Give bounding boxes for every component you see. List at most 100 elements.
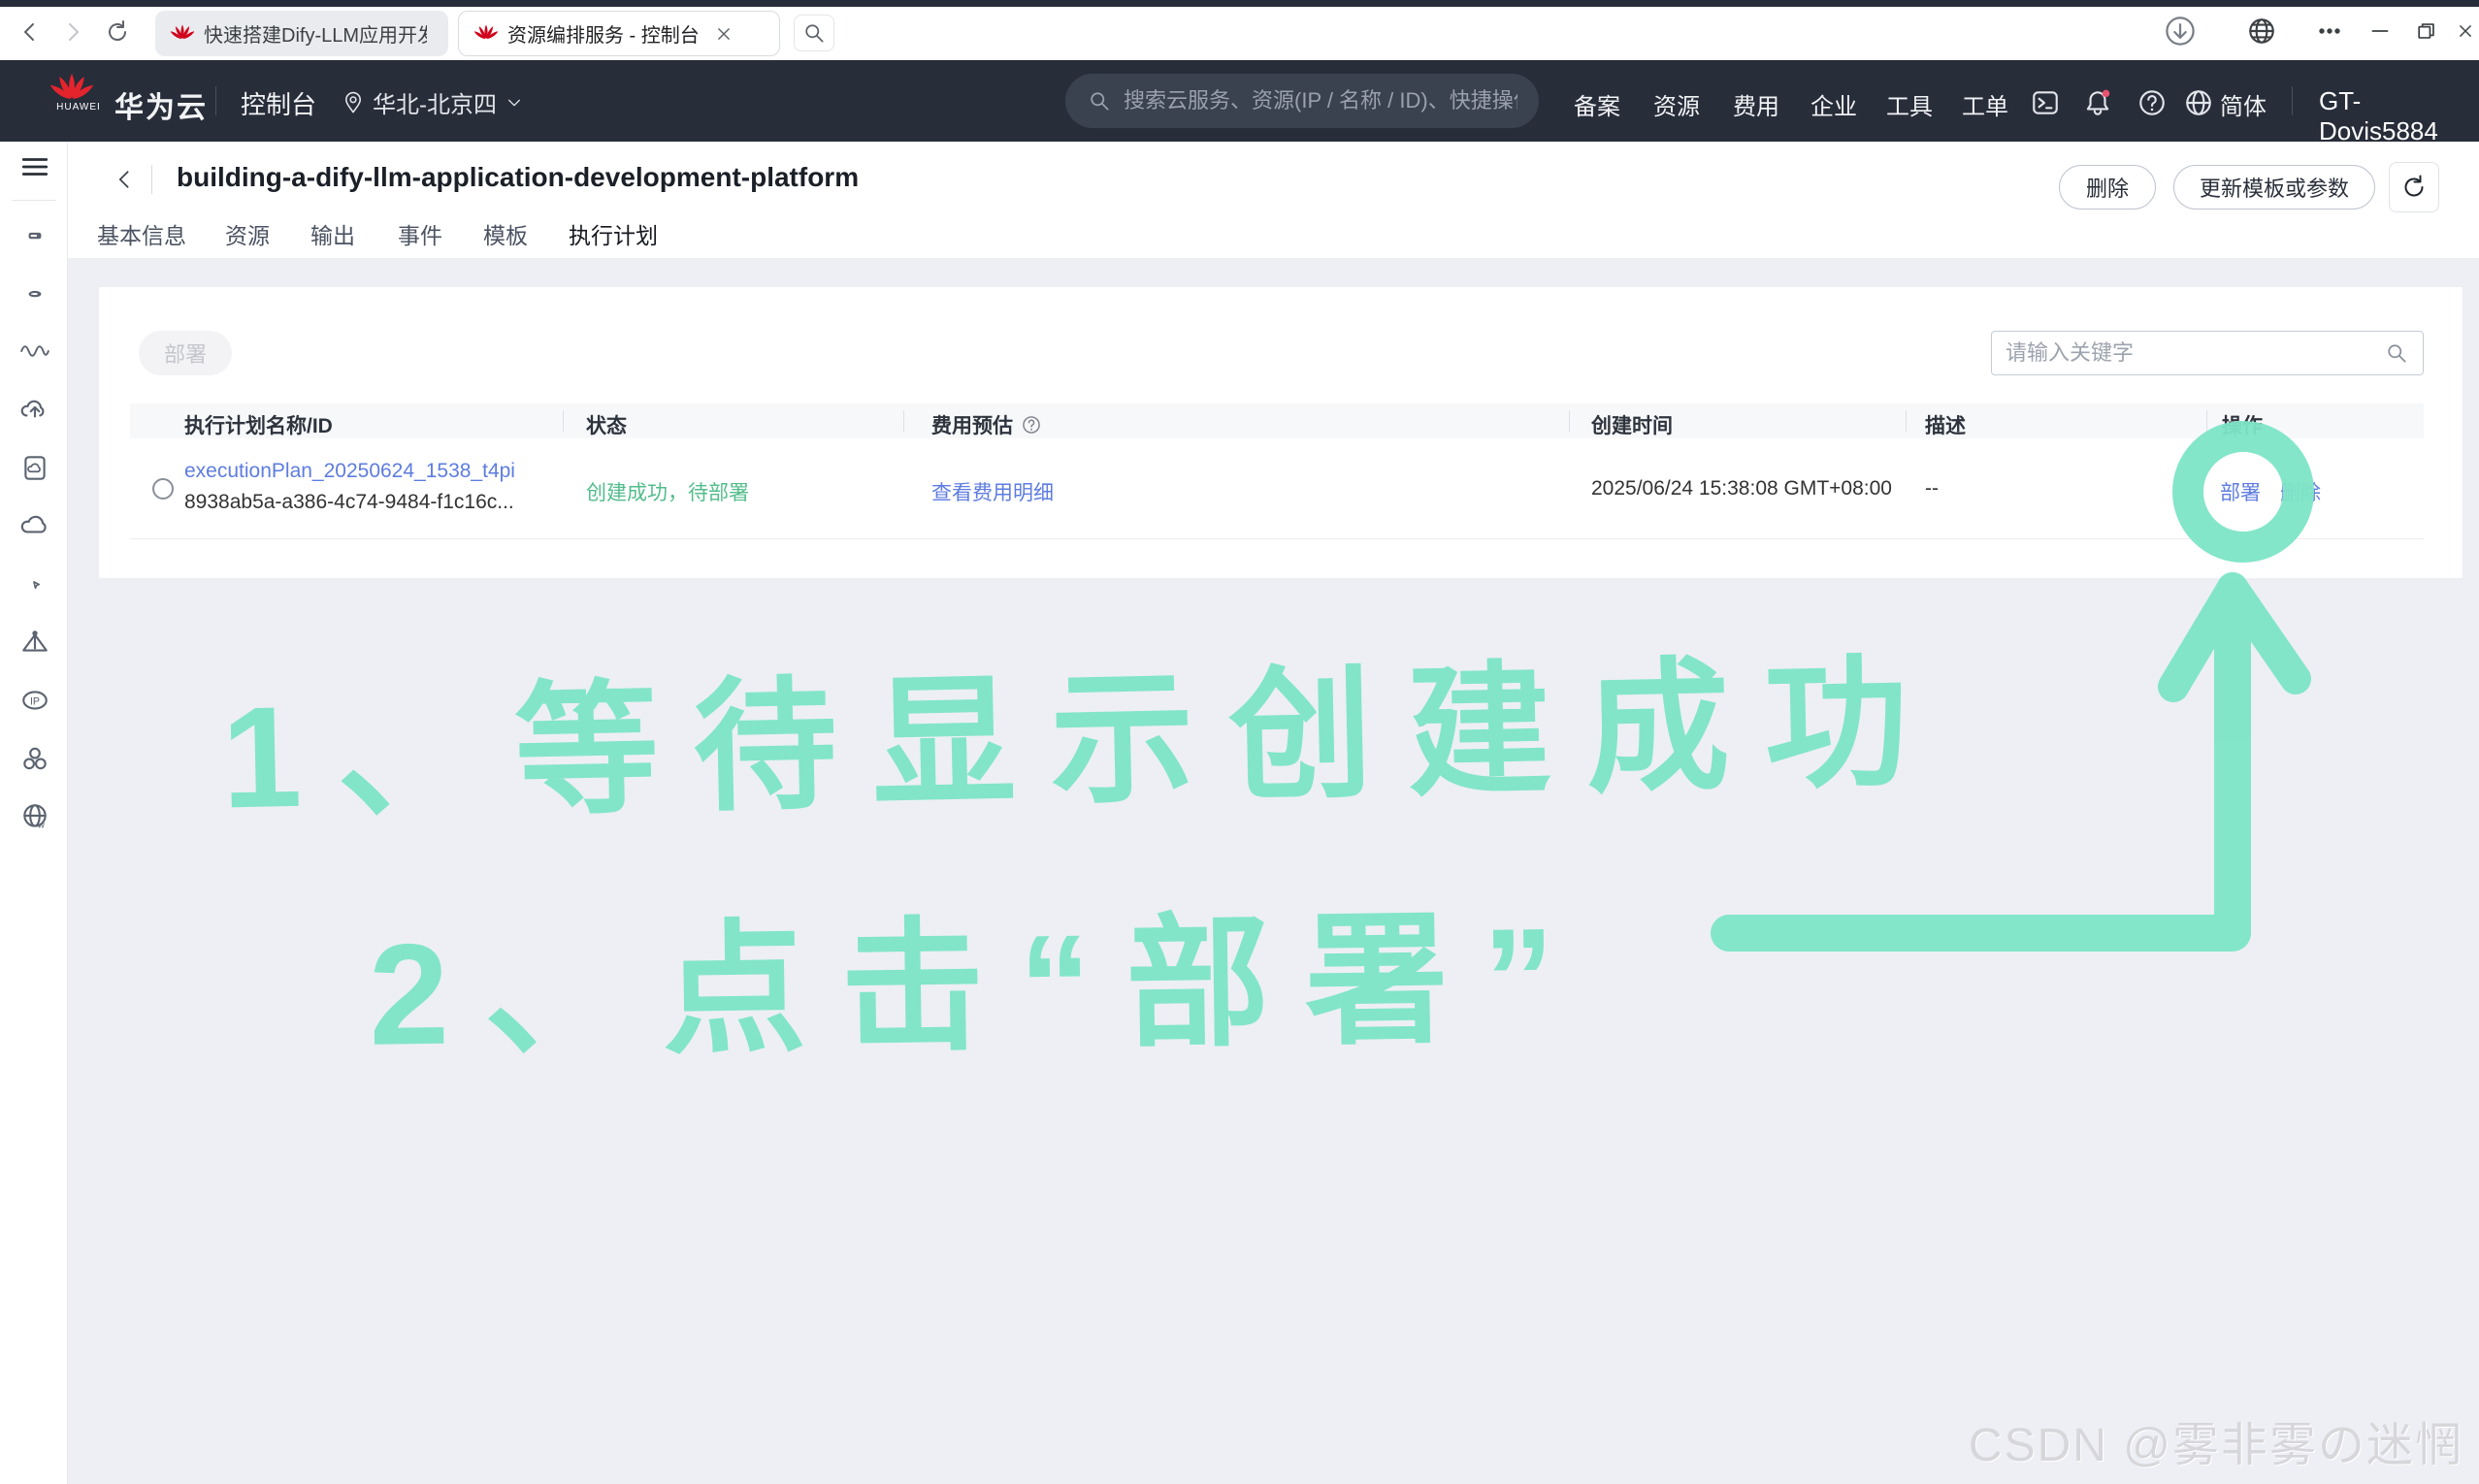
col-desc: 描述 xyxy=(1925,410,1966,439)
terminal-icon[interactable] xyxy=(2024,81,2067,124)
delete-button[interactable]: 删除 xyxy=(2059,165,2156,210)
global-web-icon[interactable]: w xyxy=(17,799,52,834)
huawei-logo-text: HUAWEI xyxy=(50,102,107,113)
region-name: 华北-北京四 xyxy=(373,85,497,119)
execution-plan-panel: 部署 执行计划名称/ID 状态 费用预估 创建时间 描述 操作 execut xyxy=(99,287,2463,578)
deploy-action-link[interactable]: 部署 xyxy=(2220,477,2261,506)
browser-globe-icon[interactable] xyxy=(2243,13,2280,49)
tab-events[interactable]: 事件 xyxy=(398,217,442,262)
service-sidebar: M8 20 a4.5 4.5 0 1 1 .8-8.9 a6.4 6.4 0 0… xyxy=(0,142,68,1484)
column-separator xyxy=(1906,410,1907,432)
browser-chrome: 快速搭建Dify-LLM应用开发平台-华 资源编排服务 - 控制台 xyxy=(0,0,2479,60)
cloud-icon[interactable] xyxy=(17,508,52,543)
menu-billing[interactable]: 费用 xyxy=(1733,87,1779,121)
username[interactable]: GT-Dovis5884 xyxy=(2319,86,2479,146)
execution-plan-table: 执行计划名称/ID 状态 费用预估 创建时间 描述 操作 executionPl… xyxy=(130,403,2424,539)
window-top-edge xyxy=(0,0,2479,7)
cluster-icon[interactable] xyxy=(17,741,52,776)
waves-icon[interactable] xyxy=(17,334,52,369)
screen: 快速搭建Dify-LLM应用开发平台-华 资源编排服务 - 控制台 HUAWEI… xyxy=(0,0,2479,1484)
keyword-search-icon[interactable] xyxy=(2384,340,2409,366)
tab-outputs[interactable]: 输出 xyxy=(310,217,355,262)
row-radio[interactable] xyxy=(152,478,174,500)
status-text: 创建成功，待部署 xyxy=(586,477,749,506)
console-label[interactable]: 控制台 xyxy=(241,85,316,121)
menu-enterprise[interactable]: 企业 xyxy=(1810,87,1857,121)
huawei-favicon xyxy=(474,22,498,46)
col-created: 创建时间 xyxy=(1591,410,1673,439)
cloud-device-icon[interactable] xyxy=(17,450,52,485)
tab-template[interactable]: 模板 xyxy=(483,217,528,262)
ellipsis-icon[interactable] xyxy=(2311,13,2348,49)
cloud-storage-icon[interactable]: M8 20 a4.5 4.5 0 1 1 .8-8.9 a6.4 6.4 0 0… xyxy=(17,275,52,310)
cloud-server-icon[interactable]: M8 20 a4.5 4.5 0 1 1 .8-8.9 a6.4 6.4 0 0… xyxy=(17,217,52,252)
tab-search-icon[interactable] xyxy=(794,15,834,51)
created-time: 2025/06/24 15:38:08 GMT+08:00 xyxy=(1591,477,1892,500)
divider xyxy=(2292,86,2293,115)
restore-icon[interactable] xyxy=(2408,13,2445,49)
cloud-pointer-icon[interactable]: M8 20 a4.5 4.5 0 1 1 .8-8.9 a6.4 6.4 0 0… xyxy=(17,566,52,601)
huawei-logo[interactable]: HUAWEI xyxy=(50,71,107,113)
location-pin-icon xyxy=(342,91,365,114)
forward-icon xyxy=(56,16,89,48)
deploy-button-disabled[interactable]: 部署 xyxy=(139,331,232,375)
question-circle-icon[interactable] xyxy=(1021,414,1042,436)
table-header: 执行计划名称/ID 状态 费用预估 创建时间 描述 操作 xyxy=(130,403,2424,438)
lang-label[interactable]: 简体 xyxy=(2220,87,2267,121)
update-template-button[interactable]: 更新模板或参数 xyxy=(2173,165,2375,210)
header-search-icon xyxy=(1087,88,1112,113)
huawei-favicon xyxy=(171,22,194,46)
page-title: building-a-dify-llm-application-developm… xyxy=(177,162,859,193)
tab-resources[interactable]: 资源 xyxy=(225,217,270,262)
watermark: CSDN @雾非雾の迷惘 xyxy=(1969,1406,2463,1474)
back-chevron-icon[interactable] xyxy=(109,163,142,196)
tab-title: 资源编排服务 - 控制台 xyxy=(507,19,700,48)
tab-title: 快速搭建Dify-LLM应用开发平台-华 xyxy=(204,19,427,48)
help-icon[interactable] xyxy=(2131,81,2173,124)
keyword-search[interactable] xyxy=(1991,331,2424,375)
lang-globe-icon[interactable] xyxy=(2177,81,2220,124)
plan-name-link[interactable]: executionPlan_20250624_1538_t4pi xyxy=(184,460,515,483)
hamburger-icon[interactable] xyxy=(17,149,52,184)
back-icon[interactable] xyxy=(14,16,47,48)
bell-icon[interactable] xyxy=(2076,81,2119,124)
ip-icon[interactable]: IP xyxy=(17,683,52,718)
column-separator xyxy=(903,410,904,432)
col-actions: 操作 xyxy=(2222,410,2263,439)
minimize-icon[interactable] xyxy=(2362,13,2398,49)
divider xyxy=(215,86,216,115)
browser-tab-dify[interactable]: 快速搭建Dify-LLM应用开发平台-华 xyxy=(155,11,448,56)
cloud-upload-icon[interactable] xyxy=(17,392,52,427)
global-search-input[interactable] xyxy=(1124,88,1517,113)
svg-text:w: w xyxy=(37,821,45,831)
region-selector[interactable]: 华北-北京四 xyxy=(342,85,524,119)
svg-text:IP: IP xyxy=(30,695,40,707)
col-status: 状态 xyxy=(586,410,627,439)
global-search[interactable] xyxy=(1065,74,1539,128)
window-close-icon[interactable] xyxy=(2447,13,2479,49)
col-cost: 费用预估 xyxy=(931,410,1042,439)
plan-id: 8938ab5a-a386-4c74-9484-f1c16c... xyxy=(184,491,514,514)
column-separator xyxy=(1569,410,1570,432)
menu-resources[interactable]: 资源 xyxy=(1653,87,1700,121)
browser-tab-console[interactable]: 资源编排服务 - 控制台 xyxy=(458,11,780,56)
download-icon[interactable] xyxy=(2162,13,2199,49)
tab-close-icon[interactable] xyxy=(713,23,734,45)
menu-beian[interactable]: 备案 xyxy=(1574,87,1620,121)
column-separator xyxy=(2206,410,2207,432)
divider xyxy=(12,200,56,201)
column-separator xyxy=(563,410,564,432)
brand-name[interactable]: 华为云 xyxy=(114,83,208,126)
beacon-icon[interactable] xyxy=(17,625,52,660)
col-name-id: 执行计划名称/ID xyxy=(184,410,333,439)
menu-tools[interactable]: 工具 xyxy=(1886,87,1933,121)
cost-detail-link[interactable]: 查看费用明细 xyxy=(931,477,1054,506)
keyword-search-input[interactable] xyxy=(2006,340,2384,366)
menu-ticket[interactable]: 工单 xyxy=(1962,87,2008,121)
delete-action-link[interactable]: 删除 xyxy=(2280,477,2321,506)
page-header: building-a-dify-llm-application-developm… xyxy=(68,142,2479,258)
refresh-icon[interactable] xyxy=(2389,162,2439,212)
tab-basic-info[interactable]: 基本信息 xyxy=(97,217,186,262)
reload-icon[interactable] xyxy=(101,16,134,48)
console-header: HUAWEI 华为云 控制台 华北-北京四 备案 资源 费用 企业 工具 工单 … xyxy=(0,60,2479,142)
